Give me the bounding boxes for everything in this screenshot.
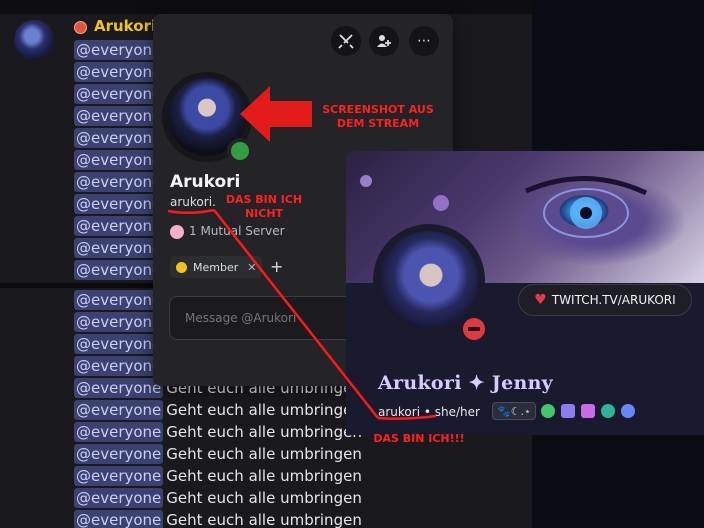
- annotation-not-me: DAS BIN ICH NICHT: [225, 193, 303, 220]
- annotation-screenshot: SCREENSHOT AUS DEM STREAM: [322, 103, 434, 130]
- annotation-line: [213, 209, 379, 419]
- annotation-me: DAS BIN ICH!!!: [373, 432, 465, 445]
- annotation-arrow: [240, 86, 312, 142]
- annotation-overlay: [167, 86, 437, 420]
